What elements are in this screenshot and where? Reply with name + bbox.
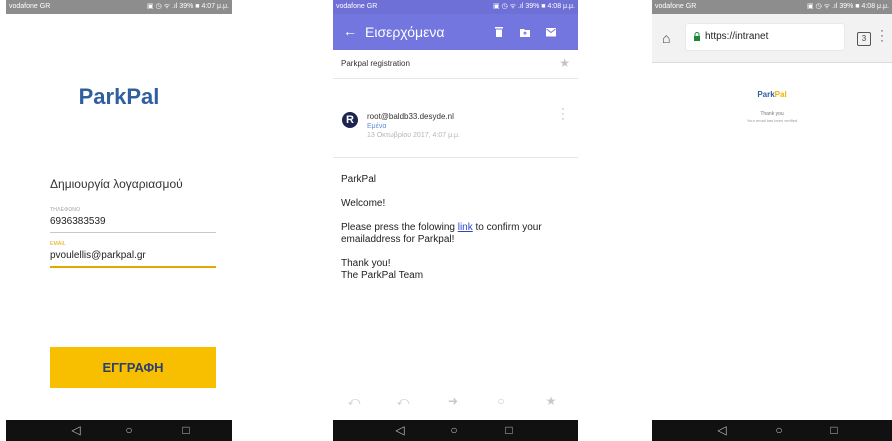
more-vert-icon[interactable]: · · · — [560, 104, 566, 125]
verified-text: Your email has been verified — [746, 118, 798, 123]
star-icon[interactable]: ★ — [559, 56, 570, 70]
reply-icon[interactable]: ⤺ — [344, 392, 364, 410]
back-arrow-icon[interactable]: ← — [343, 22, 357, 40]
browser-toolbar: ⌂ https://intranet 3 · · · — [652, 14, 892, 63]
subject-row: Parkpal registration ★ — [333, 50, 578, 79]
back-triangle-icon[interactable]: ◁ — [390, 420, 410, 441]
carrier-label: vodafone GR — [655, 3, 697, 10]
signup-screen: vodafone GR ▣ ◷ ᯤ .ıl 39% ■ 4:07 μ.μ. Pa… — [6, 0, 232, 441]
status-bar: vodafone GR ▣ ◷ ᯤ .ıl 39% ■ 4:07 μ.μ. — [6, 0, 232, 14]
reply-all-icon[interactable]: ⤺ — [393, 392, 413, 410]
mail-app-bar: ← Εισερχόμενα — [333, 14, 578, 50]
url-text[interactable]: https://intranet — [705, 31, 768, 43]
create-account-heading: Δημιουργία λογαριασμού — [50, 177, 183, 191]
recents-square-icon[interactable]: □ — [824, 420, 844, 441]
email-input[interactable]: pvoulellis@parkpal.gr — [50, 250, 216, 268]
sender-row: R root@baldb33.desyde.nl Εμένα 13 Οκτωβρ… — [333, 79, 578, 158]
logo-park: Park — [757, 90, 775, 99]
email-greeting: ParkPal — [341, 174, 377, 185]
signup-button[interactable]: ΕΓΓΡΑΦΗ — [50, 347, 216, 388]
email-welcome: Welcome! — [341, 198, 386, 209]
phone-field[interactable]: ΤΗΛΕΦΩΝΟ 6936383539 — [50, 207, 216, 233]
recipient-label[interactable]: Εμένα — [367, 123, 386, 130]
logo-pal: Pal — [774, 90, 787, 99]
star-icon[interactable]: ★ — [541, 392, 561, 410]
recents-square-icon[interactable]: □ — [176, 420, 196, 441]
status-indicators: ▣ ◷ ᯤ .ıl 39% ■ 4:08 μ.μ. — [807, 3, 889, 10]
inbox-title: Εισερχόμενα — [365, 24, 445, 40]
recents-square-icon[interactable]: □ — [499, 420, 519, 441]
email-screen: vodafone GR ▣ ◷ ᯤ .ıl 39% ■ 4:08 μ.μ. ← … — [333, 0, 578, 441]
circle-icon[interactable]: ○ — [491, 392, 511, 410]
mail-icon[interactable] — [545, 26, 557, 38]
home-circle-icon[interactable]: ○ — [769, 420, 789, 441]
delete-icon[interactable] — [493, 26, 505, 38]
tab-switcher-button[interactable]: 3 — [857, 32, 871, 46]
forward-icon[interactable]: ➜ — [443, 392, 463, 410]
app-logo: ParkPal — [78, 84, 160, 109]
email-signature: The ParkPal Team — [341, 270, 424, 281]
carrier-label: vodafone GR — [9, 3, 51, 10]
status-bar: vodafone GR ▣ ◷ ᯤ .ıl 39% ■ 4:08 μ.μ. — [652, 0, 892, 14]
home-icon[interactable]: ⌂ — [662, 29, 670, 47]
android-nav-bar: ◁ ○ □ — [6, 420, 232, 441]
android-nav-bar: ◁ ○ □ — [652, 420, 892, 441]
browser-screen: vodafone GR ▣ ◷ ᯤ .ıl 39% ■ 4:08 μ.μ. ⌂ … — [652, 0, 892, 441]
android-nav-bar: ◁ ○ □ — [333, 420, 578, 441]
page-logo: ParkPal — [652, 90, 892, 99]
more-vert-icon[interactable]: · · · — [879, 24, 885, 46]
move-to-folder-icon[interactable] — [519, 26, 531, 38]
sender-address: root@baldb33.desyde.nl — [367, 112, 454, 121]
email-subject: Parkpal registration — [341, 59, 410, 68]
email-field[interactable]: EMAIL pvoulellis@parkpal.gr — [50, 241, 216, 268]
back-triangle-icon[interactable]: ◁ — [712, 420, 732, 441]
sender-avatar: R — [342, 112, 358, 128]
carrier-label: vodafone GR — [336, 3, 378, 10]
phone-field-label: ΤΗΛΕΦΩΝΟ — [50, 207, 81, 213]
phone-input[interactable]: 6936383539 — [50, 216, 216, 233]
back-triangle-icon[interactable]: ◁ — [66, 420, 86, 441]
home-circle-icon[interactable]: ○ — [119, 420, 139, 441]
home-circle-icon[interactable]: ○ — [444, 420, 464, 441]
status-indicators: ▣ ◷ ᯤ .ıl 39% ■ 4:08 μ.μ. — [493, 3, 575, 10]
status-indicators: ▣ ◷ ᯤ .ıl 39% ■ 4:07 μ.μ. — [147, 3, 229, 10]
email-instruction: Please press the folowing link to confir… — [341, 222, 571, 246]
thank-you-text: Thank you — [760, 111, 784, 117]
lock-icon — [694, 32, 700, 41]
confirm-link[interactable]: link — [458, 222, 473, 233]
status-bar: vodafone GR ▣ ◷ ᯤ .ıl 39% ■ 4:08 μ.μ. — [333, 0, 578, 14]
address-bar[interactable]: https://intranet — [686, 24, 844, 50]
email-thanks: Thank you! — [341, 258, 391, 269]
email-field-label: EMAIL — [50, 241, 67, 247]
instruction-text-start: Please press the folowing — [341, 222, 458, 233]
mail-actions: ⤺ ⤺ ➜ ○ ★ — [333, 392, 578, 410]
email-date: 13 Οκτωβρίου 2017, 4:07 μ.μ. — [367, 132, 461, 139]
